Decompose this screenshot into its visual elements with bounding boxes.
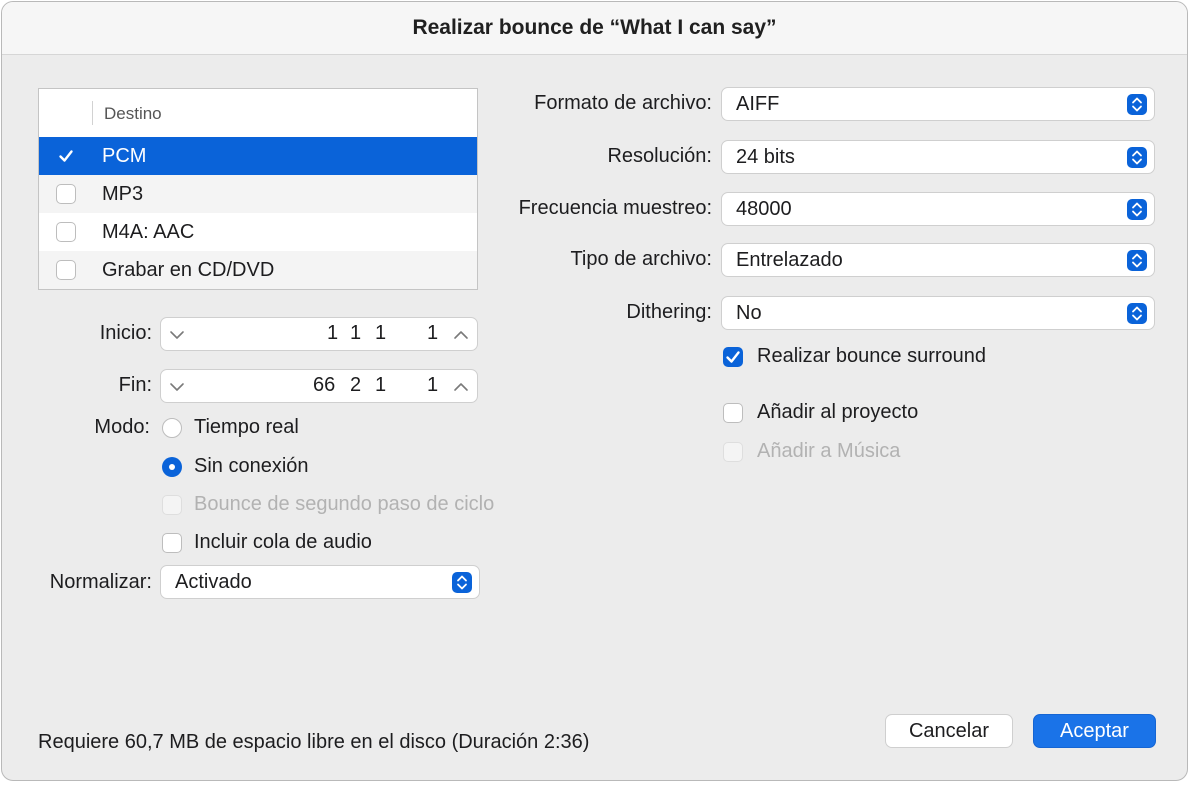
destination-column-header: Destino [104,104,162,123]
destination-label: M4A: AAC [102,221,195,243]
updown-arrows-icon [1127,250,1147,271]
end-bar[interactable]: 66 [313,374,335,397]
sample-rate-value: 48000 [736,198,792,220]
resolution-value: 24 bits [736,146,795,168]
window-title: Realizar bounce de “What I can say” [412,16,777,39]
dithering-value: No [736,302,762,324]
dithering-popup[interactable]: No [721,296,1155,330]
mode-realtime-label[interactable]: Tiempo real [194,416,299,439]
destination-label: PCM [102,145,147,167]
add-to-music-label: Añadir a Música [757,440,901,462]
updown-arrows-icon [1127,199,1147,220]
column-separator [92,101,93,125]
surround-bounce-checkbox[interactable] [723,347,743,367]
include-tail-label[interactable]: Incluir cola de audio [194,531,372,554]
start-beat[interactable]: 1 [350,322,361,345]
file-format-value: AIFF [736,93,780,115]
chevron-up-icon[interactable] [451,325,471,345]
end-tick[interactable]: 1 [427,374,438,397]
destination-row-mp3[interactable]: MP3 [39,175,477,213]
resolution-label: Resolución: [607,145,712,167]
add-to-project-label[interactable]: Añadir al proyecto [757,401,918,424]
disk-space-info: Requiere 60,7 MB de espacio libre en el … [38,731,590,753]
normalize-popup[interactable]: Activado [160,565,480,599]
add-to-music-checkbox [723,442,743,462]
updown-arrows-icon [452,572,472,593]
end-label: Fin: [118,374,152,396]
chevron-down-icon[interactable] [167,377,187,397]
mode-offline-radio[interactable] [162,457,182,477]
start-label: Inicio: [99,322,152,344]
updown-arrows-icon [1127,147,1147,168]
start-division[interactable]: 1 [375,322,386,345]
ok-button[interactable]: Aceptar [1033,714,1156,748]
add-to-project-checkbox[interactable] [723,403,743,423]
checkmark-icon [59,150,73,162]
mode-label: Modo: [94,416,150,438]
destination-row-pcm[interactable]: PCM [39,137,477,175]
surround-bounce-label[interactable]: Realizar bounce surround [757,345,986,368]
updown-arrows-icon [1127,94,1147,115]
cancel-button[interactable]: Cancelar [885,714,1013,748]
m4a-checkbox[interactable] [56,222,76,242]
mp3-checkbox[interactable] [56,184,76,204]
destination-label: Grabar en CD/DVD [102,259,275,281]
normalize-value: Activado [175,571,252,593]
file-type-label: Tipo de archivo: [570,248,712,270]
normalize-label: Normalizar: [49,571,152,593]
destination-table-header: Destino [39,89,477,137]
end-position-stepper[interactable]: 66 2 1 1 [160,369,478,403]
end-division[interactable]: 1 [375,374,386,397]
file-format-label: Formato de archivo: [534,92,712,114]
cd-dvd-checkbox[interactable] [56,260,76,280]
sample-rate-label: Frecuencia muestreo: [518,197,712,219]
cycle-second-pass-label: Bounce de segundo paso de ciclo [194,493,495,515]
destination-label: MP3 [102,183,144,205]
destination-row-m4a[interactable]: M4A: AAC [39,213,477,251]
bounce-dialog: Realizar bounce de “What I can say” Dest… [1,1,1188,781]
updown-arrows-icon [1127,303,1147,324]
destination-table[interactable]: Destino PCM MP3 M4A: AAC Grabar en CD/DV… [38,88,478,290]
dithering-label: Dithering: [626,301,712,323]
destination-row-cd-dvd[interactable]: Grabar en CD/DVD [39,251,477,289]
chevron-up-icon[interactable] [451,377,471,397]
start-bar[interactable]: 1 [327,322,338,345]
sample-rate-popup[interactable]: 48000 [721,192,1155,226]
resolution-popup[interactable]: 24 bits [721,140,1155,174]
file-format-popup[interactable]: AIFF [721,87,1155,121]
title-bar: Realizar bounce de “What I can say” [2,2,1187,55]
cycle-second-pass-checkbox [162,495,182,515]
file-type-popup[interactable]: Entrelazado [721,243,1155,277]
start-tick[interactable]: 1 [427,322,438,345]
mode-offline-label[interactable]: Sin conexión [194,455,309,478]
pcm-checkbox[interactable] [56,146,76,166]
chevron-down-icon[interactable] [167,325,187,345]
include-tail-checkbox[interactable] [162,533,182,553]
checkmark-icon [726,351,740,363]
mode-realtime-radio[interactable] [162,418,182,438]
file-type-value: Entrelazado [736,249,843,271]
end-beat[interactable]: 2 [350,374,361,397]
start-position-stepper[interactable]: 1 1 1 1 [160,317,478,351]
